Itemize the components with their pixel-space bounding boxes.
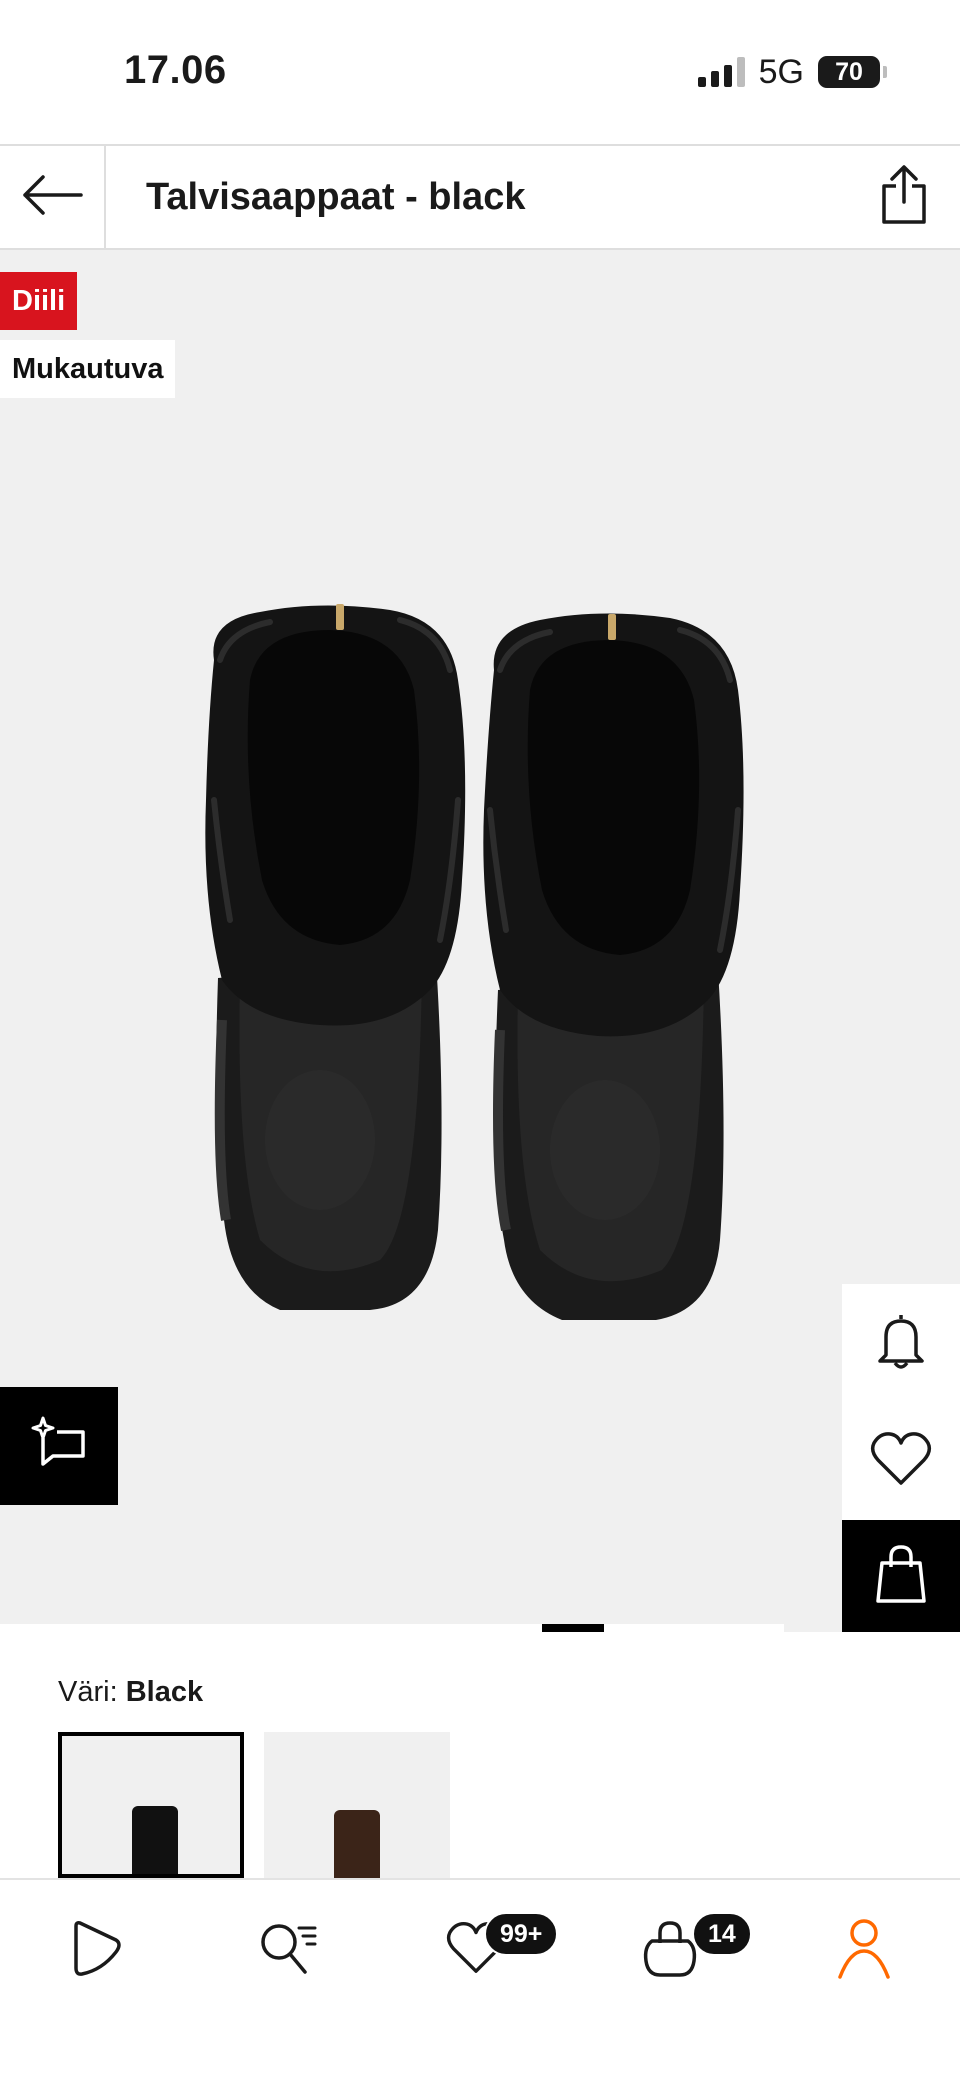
status-time: 17.06 (124, 48, 227, 92)
share-button[interactable] (868, 160, 940, 234)
bell-icon (876, 1311, 926, 1376)
add-to-wishlist-button[interactable] (842, 1402, 960, 1520)
nav-search[interactable] (247, 1910, 327, 1990)
product-header: Talvisaappaat - black (0, 144, 960, 250)
bag-icon (640, 1917, 700, 1984)
product-image (205, 604, 744, 1320)
swatch-thumbnail-black (132, 1806, 178, 1874)
arrow-left-icon (21, 174, 83, 220)
heart-icon (870, 1431, 932, 1492)
deal-badge: Diili (0, 272, 78, 330)
share-icon (880, 164, 928, 231)
color-swatch-brown[interactable] (264, 1732, 450, 1878)
nav-profile[interactable] (824, 1910, 904, 1990)
color-swatch-black[interactable] (58, 1732, 244, 1878)
bottom-navigation: 99+ 14 (0, 1878, 960, 2081)
ai-assistant-button[interactable] (0, 1387, 118, 1505)
product-image-gallery[interactable]: Diili Mukautuva (0, 250, 960, 1632)
home-icon (66, 1918, 126, 1983)
battery-level: 70 (835, 57, 863, 86)
wishlist-count-badge: 99+ (484, 1912, 559, 1956)
fit-badge: Mukautuva (0, 340, 176, 398)
shopping-bag-icon (874, 1543, 928, 1610)
nav-home[interactable] (56, 1910, 136, 1990)
color-label: Väri: Black (58, 1676, 203, 1709)
notify-button[interactable] (842, 1284, 960, 1402)
status-indicators: 5G 70 (697, 52, 887, 92)
profile-icon (836, 1917, 892, 1984)
signal-icon (697, 57, 745, 87)
page-title: Talvisaappaat - black (146, 176, 526, 218)
add-to-bag-button[interactable] (842, 1520, 960, 1632)
selected-color: Black (125, 1676, 204, 1708)
color-selector: Väri: Black (0, 1632, 960, 1878)
pager-track (0, 1624, 784, 1632)
color-label-prefix: Väri: (58, 1676, 118, 1708)
search-icon (255, 1918, 319, 1983)
pager-active-indicator (542, 1624, 604, 1632)
sparkle-chat-icon (31, 1416, 87, 1477)
network-label: 5G (758, 52, 804, 91)
back-button[interactable] (0, 146, 106, 248)
image-pager (0, 1624, 960, 1632)
status-bar: 17.06 5G 70 (0, 0, 960, 144)
swatch-thumbnail-brown (334, 1810, 380, 1878)
bag-count-badge: 14 (692, 1912, 752, 1956)
battery-icon: 70 (818, 56, 887, 88)
